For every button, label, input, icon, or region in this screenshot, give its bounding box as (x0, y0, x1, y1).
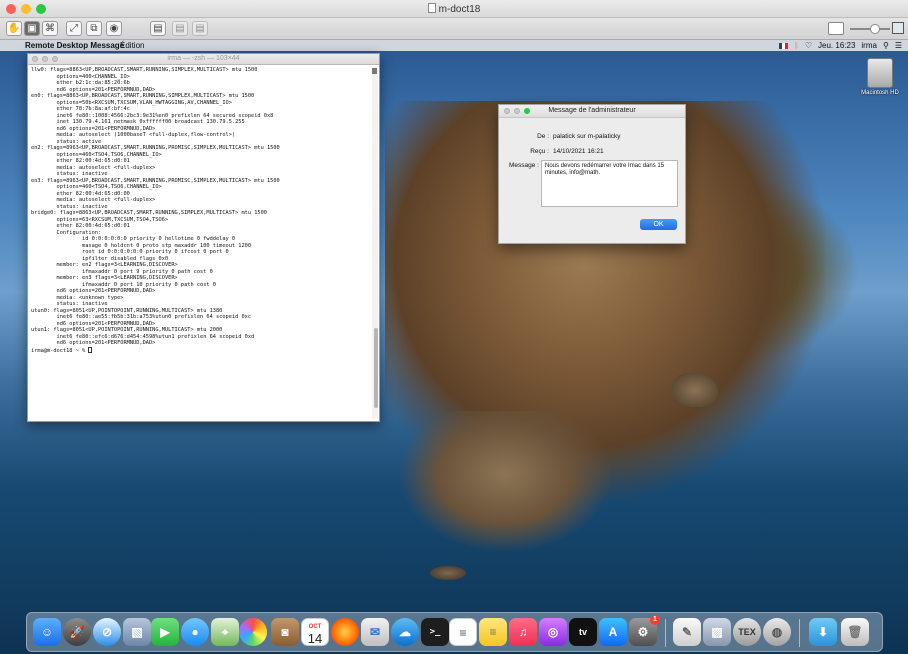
launchpad-icon[interactable]: 🚀 (63, 618, 91, 646)
dialog-title-bar: Message de l'administrateur (499, 105, 685, 118)
from-label: De : (537, 133, 549, 140)
network-utility-icon[interactable]: ◍ (763, 618, 791, 646)
document-icon (427, 3, 436, 13)
dialog-title: Message de l'administrateur (548, 107, 636, 114)
terminal-scroll-thumb[interactable] (374, 328, 378, 408)
viewer-title-bar: m-doct18 (0, 0, 908, 18)
downloads-folder-icon[interactable]: ⬇ (809, 618, 837, 646)
terminal-cursor (88, 346, 93, 353)
menubar-status: ᛒ ♡ Jeu. 16:23 irma ⚲ ☰ (779, 41, 902, 50)
terminal-lines: llw0: flags=8863<UP,BROADCAST,SMART,RUNN… (31, 67, 370, 347)
hard-drive-icon[interactable] (867, 58, 893, 88)
notes-icon[interactable]: ≡ (479, 618, 507, 646)
scroll-lock-icon (372, 68, 377, 74)
screenshot-app-icon[interactable]: ▨ (703, 618, 731, 646)
calendar-day: 14 (307, 631, 323, 646)
wallpaper-rock-shape (430, 566, 466, 580)
observe-icon[interactable]: ▣ (24, 21, 40, 36)
viewer-title: m-doct18 (0, 3, 908, 15)
input-source-icon[interactable] (779, 42, 789, 49)
clipboard-send-icon[interactable]: ▤ (172, 21, 188, 36)
wifi-icon[interactable]: ♡ (805, 41, 812, 50)
maps-icon[interactable]: ⌖ (211, 618, 239, 646)
dock-separator (665, 619, 666, 647)
trash-icon[interactable]: 🗑 (841, 618, 869, 646)
ok-button[interactable]: OK (640, 219, 677, 230)
safari-icon[interactable]: ⊘ (93, 618, 121, 646)
fit-screen-icon[interactable]: ⤢ (66, 21, 82, 36)
update-badge: 1 (650, 615, 660, 625)
menu-edit[interactable]: Édition (120, 41, 144, 50)
drive-label: Macintosh HD (861, 90, 899, 96)
from-value: palatick sur m-palaticky (553, 133, 621, 140)
podcasts-icon[interactable]: ◎ (539, 618, 567, 646)
contacts-icon[interactable]: ◙ (271, 618, 299, 646)
terminal-output[interactable]: llw0: flags=8863<UP,BROADCAST,SMART,RUNN… (31, 67, 370, 419)
firefox-icon[interactable] (331, 618, 359, 646)
preview-icon[interactable]: ▧ (123, 618, 151, 646)
terminal-prompt: irma@m-doct18 ~ % (31, 347, 89, 354)
mail-icon[interactable]: ✉ (361, 618, 389, 646)
tv-icon[interactable]: tv (569, 618, 597, 646)
viewer-title-text: m-doct18 (438, 4, 481, 15)
terminal-window[interactable]: irma — -zsh — 103×44 llw0: flags=8863<UP… (27, 53, 380, 422)
remote-desktop-icon[interactable]: ☁ (391, 618, 419, 646)
tex-icon[interactable]: TEX (733, 618, 761, 646)
messages-icon[interactable]: ● (181, 618, 209, 646)
wallpaper-rock-shape (672, 373, 718, 407)
binoculars-icon[interactable]: ⌘ (42, 21, 58, 36)
tv-label: tv (578, 627, 587, 637)
macintosh-hd-drive[interactable]: Macintosh HD (856, 58, 904, 96)
viewer-toolbar: ✋ ▣ ⌘ ⤢ ⧉ ◉ ▤ ▤ ▤ (0, 18, 908, 40)
dock-separator (799, 619, 800, 647)
bluetooth-icon[interactable]: ᛒ (794, 41, 799, 50)
reminders-icon[interactable]: ≡ (449, 618, 477, 646)
clipboard-get-icon[interactable]: ▤ (150, 21, 166, 36)
terminal-line: nd6 options=201<PERFORMNUD,DAD> (31, 340, 156, 346)
facetime-icon[interactable]: ▶ (151, 618, 179, 646)
spotlight-icon[interactable]: ⚲ (883, 41, 889, 50)
terminal-title: irma — -zsh — 103×44 (167, 55, 240, 62)
wallpaper-island-shape (400, 411, 610, 551)
share-screen-icon[interactable]: ⧉ (86, 21, 102, 36)
music-icon[interactable]: ♫ (509, 618, 537, 646)
full-quality-icon[interactable] (892, 22, 904, 34)
control-icon[interactable]: ✋ (6, 21, 22, 36)
received-label: Reçu : (530, 148, 549, 155)
system-preferences-icon[interactable]: ⚙ 1 (629, 615, 660, 646)
remote-menubar: Remote Desktop Message Édition ᛒ ♡ Jeu. … (0, 40, 908, 51)
quality-slider-knob[interactable] (870, 24, 880, 34)
clipboard-icon[interactable]: ▤ (192, 21, 208, 36)
message-label: Message : (509, 162, 539, 169)
menubar-user[interactable]: irma (861, 41, 877, 50)
app-store-icon[interactable]: A (599, 618, 627, 646)
received-value: 14/10/2021 16:21 (553, 148, 604, 155)
terminal-icon[interactable]: >_ (421, 618, 449, 646)
finder-icon[interactable]: ☺ (33, 618, 61, 646)
control-center-icon[interactable]: ☰ (895, 41, 902, 50)
calendar-icon[interactable]: OCT 14 (301, 618, 329, 646)
admin-message-dialog: Message de l'administrateur De : palatic… (498, 104, 686, 244)
terminal-title-bar: irma — -zsh — 103×44 (28, 54, 379, 65)
textedit-icon[interactable]: ✎ (673, 618, 701, 646)
menu-app-name[interactable]: Remote Desktop Message (25, 41, 124, 50)
tex-label: TEX (738, 627, 756, 637)
screenshot-icon[interactable]: ◉ (106, 21, 122, 36)
message-text[interactable]: Nous devons redémarrer votre Imac dans 1… (541, 160, 678, 207)
fit-window-button[interactable] (828, 22, 844, 35)
menubar-clock[interactable]: Jeu. 16:23 (818, 41, 855, 50)
dock: ☺ 🚀 ⊘ ▧ ▶ ● ⌖ ◙ OCT 14 ✉ ☁ >_ ≡ ≡ ♫ ◎ tv … (26, 612, 883, 652)
photos-icon[interactable] (239, 618, 267, 646)
